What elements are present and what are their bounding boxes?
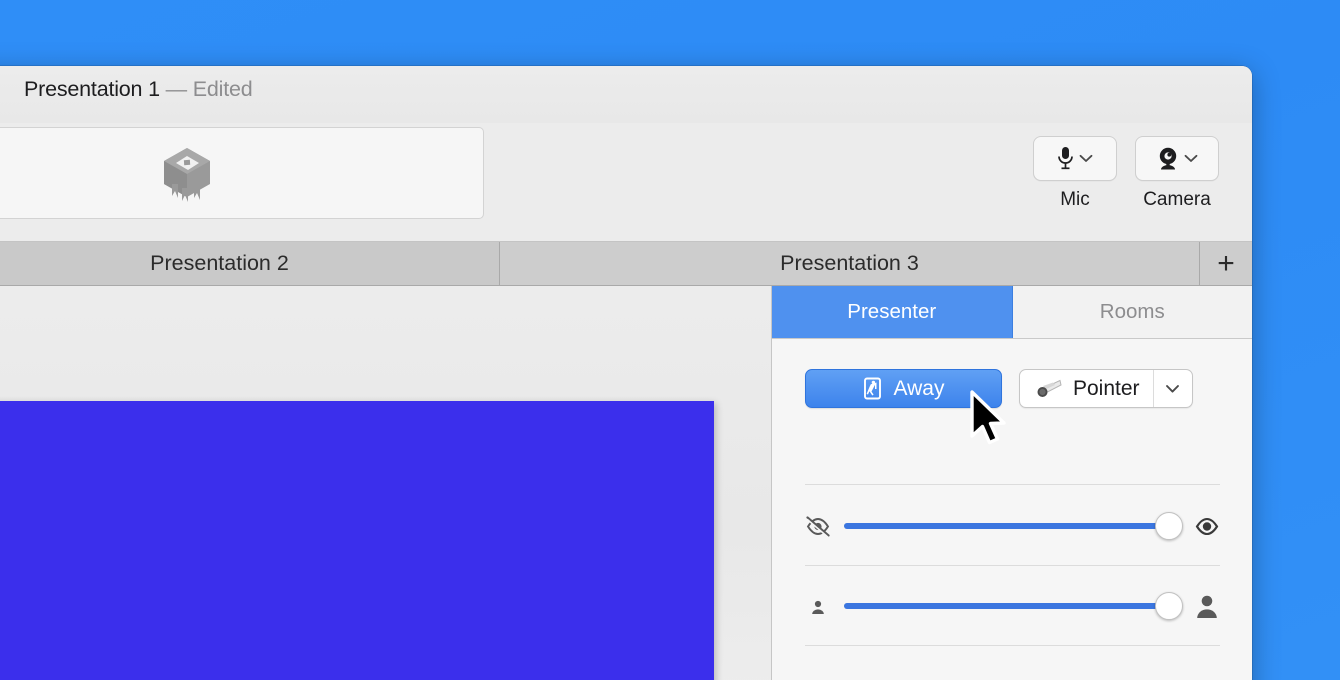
away-button-label: Away xyxy=(893,376,945,400)
person-exit-door-icon xyxy=(863,377,881,400)
divider-2 xyxy=(805,565,1220,566)
camera-control-group: Camera xyxy=(1135,136,1219,211)
document-tab-bar: Presentation 2 Presentation 3 + xyxy=(0,242,1252,286)
size-slider-thumb[interactable] xyxy=(1154,592,1183,620)
add-tab-button[interactable]: + xyxy=(1200,242,1252,285)
inspector-panel: Presenter Rooms Away Pointer xyxy=(771,286,1252,680)
chevron-down-icon xyxy=(1184,154,1197,162)
application-window: Presentation 1 — Edited Mic Camera Prese… xyxy=(0,66,1252,680)
slide-canvas-area[interactable] xyxy=(0,286,771,680)
slide-surface[interactable] xyxy=(0,401,714,680)
visibility-slider-row xyxy=(805,511,1220,541)
eye-icon xyxy=(1195,517,1219,536)
desktop-background: Presentation 1 — Edited Mic Camera Prese… xyxy=(0,0,1340,680)
window-toolbar: Mic Camera xyxy=(0,123,1252,242)
mic-label: Mic xyxy=(1060,189,1090,210)
microphone-icon xyxy=(1058,147,1073,170)
visibility-slider[interactable] xyxy=(844,512,1183,540)
camera-button[interactable] xyxy=(1135,136,1219,181)
document-title-dash: — xyxy=(165,77,188,101)
pointer-dropdown-button[interactable]: Pointer xyxy=(1019,369,1193,408)
pointer-dropdown-chevron[interactable] xyxy=(1152,370,1192,407)
divider-1 xyxy=(805,484,1220,485)
mic-button[interactable] xyxy=(1033,136,1117,181)
pointer-dropdown-main[interactable]: Pointer xyxy=(1020,370,1153,407)
slide-thumbnail-well[interactable] xyxy=(0,127,484,219)
webcam-icon xyxy=(1159,147,1176,170)
divider-3 xyxy=(805,645,1220,646)
away-button[interactable]: Away xyxy=(805,369,1002,408)
pointer-button-label: Pointer xyxy=(1073,376,1140,400)
document-title: Presentation 1 — Edited xyxy=(24,77,253,102)
cube-icon xyxy=(164,148,210,202)
tab-rooms[interactable]: Rooms xyxy=(1012,286,1252,338)
person-large-icon xyxy=(1197,595,1217,618)
camera-label: Camera xyxy=(1143,189,1211,210)
size-slider-fill xyxy=(844,603,1168,609)
size-slider-row xyxy=(805,591,1220,621)
document-title-state: Edited xyxy=(192,77,253,101)
chevron-down-icon xyxy=(1166,384,1179,393)
document-title-main: Presentation 1 xyxy=(24,77,160,101)
tab-presentation-2[interactable]: Presentation 2 xyxy=(0,242,500,285)
chevron-down-icon xyxy=(1079,154,1093,162)
size-slider[interactable] xyxy=(844,592,1183,620)
laser-pointer-icon xyxy=(1037,379,1062,397)
visibility-slider-fill xyxy=(844,523,1168,529)
window-body: Presenter Rooms Away Pointer xyxy=(0,286,1252,680)
window-titlebar: Presentation 1 — Edited xyxy=(0,66,1252,123)
tab-presenter[interactable]: Presenter xyxy=(772,286,1013,338)
tab-presentation-3[interactable]: Presentation 3 xyxy=(500,242,1200,285)
inspector-segment-tabs: Presenter Rooms xyxy=(772,286,1252,339)
presenter-controls-row: Away Pointer xyxy=(805,369,1193,408)
visibility-slider-thumb[interactable] xyxy=(1154,512,1183,540)
person-small-icon xyxy=(812,600,824,614)
eye-slash-icon xyxy=(806,516,830,537)
mic-control-group: Mic xyxy=(1033,136,1117,211)
